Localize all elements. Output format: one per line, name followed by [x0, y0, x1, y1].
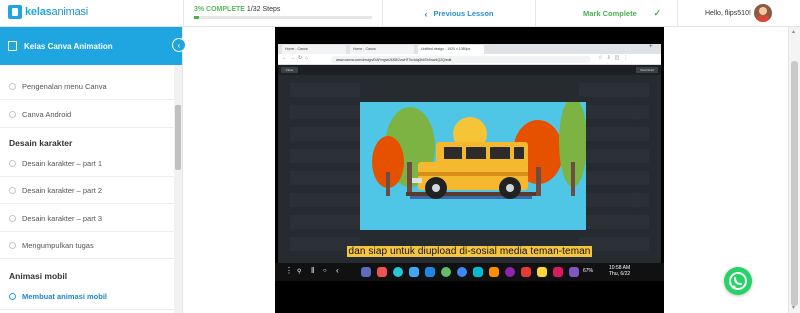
car-illustration	[360, 102, 586, 230]
grid-icon: ⋮	[285, 266, 293, 275]
video-tab: Untitled design - 1920 x 1080px	[418, 45, 484, 54]
app-icon	[425, 267, 435, 277]
mark-complete-button[interactable]: Mark Complete ✓	[536, 0, 678, 27]
progress-label: 3% COMPLETE	[194, 6, 245, 13]
app-icon	[569, 267, 579, 277]
lesson-label: Desain karakter – part 3	[22, 213, 103, 223]
video-canva-toolbar: Close Download	[278, 65, 661, 75]
course-progress: 3% COMPLETE 1/32 Steps	[183, 0, 383, 27]
lesson-status-icon	[9, 292, 16, 300]
app-icon	[505, 267, 515, 277]
course-title: Kelas Canva Animation	[24, 41, 113, 51]
sidebar-scrollbar[interactable]	[174, 65, 182, 313]
progress-steps: 1/32 Steps	[246, 6, 281, 13]
lesson-label: Membuat animasi mobil	[22, 291, 108, 301]
lesson-status-icon	[9, 110, 16, 118]
lesson-label: Pengenalan menu Canva	[22, 81, 107, 91]
section-title: Desain karakter	[9, 138, 73, 148]
brand-name-part2: animasi	[51, 6, 89, 18]
course-header: Kelas Canva Animation	[0, 27, 182, 65]
chevron-left-icon: ‹	[424, 8, 428, 19]
lesson-label: Desain karakter – part 2	[22, 185, 103, 195]
car-scene-svg	[360, 102, 586, 230]
app-icon	[441, 267, 451, 277]
logo-icon	[8, 5, 22, 19]
lesson-item[interactable]: Desain karakter – part 3	[0, 205, 174, 232]
lesson-label: Canva Android	[22, 109, 72, 119]
scroll-up-icon[interactable]: ▲	[791, 29, 796, 35]
video-player[interactable]: Home - Canva Home - Canva Untitled desig…	[275, 27, 664, 313]
course-sidebar: Kelas Canva Animation ‹ Pengenalan menu …	[0, 27, 186, 313]
video-browser-tabs: Home - Canva Home - Canva Untitled desig…	[278, 44, 661, 54]
video-taskbar: ⋮ ⚲ ‖ ○ ‹ 67% 10:58 AM Thu, 6/22	[275, 263, 664, 281]
sidebar-scrollbar-thumb[interactable]	[175, 105, 181, 170]
lesson-status-icon	[9, 186, 16, 194]
lesson-item[interactable]: Desain karakter – part 2	[0, 177, 174, 204]
lesson-item[interactable]: Pengenalan menu Canva	[0, 73, 174, 100]
previous-lesson-label: Previous Lesson	[433, 9, 494, 18]
avatar[interactable]	[754, 4, 772, 22]
previous-lesson-button[interactable]: ‹ Previous Lesson	[383, 0, 536, 27]
app-icon	[361, 267, 371, 277]
progress-bar-fill	[194, 16, 200, 19]
collapse-sidebar-button[interactable]: ‹	[172, 38, 186, 52]
app-icon	[377, 267, 387, 277]
home-icon: ○	[323, 268, 327, 274]
video-url-bar: ←→↻⌂ www.canva.com/design/DAFmgvb2kS8/2z…	[278, 54, 661, 65]
video-download-label: Download	[636, 67, 658, 73]
video-canva-editor: Close Download	[278, 65, 661, 263]
greeting-text: Hello, flips510!	[705, 10, 751, 17]
lesson-status-icon	[9, 159, 16, 167]
lesson-item[interactable]: Desain karakter – part 1	[0, 150, 174, 177]
recent-apps-icon: ‖	[311, 266, 315, 275]
lesson-status-icon	[9, 82, 16, 90]
browser-actions-icon: ☆⇩◫⋮	[598, 55, 633, 61]
nav-arrows-icon: ←→↻⌂	[282, 55, 312, 61]
battery-status: 67%	[583, 268, 594, 274]
book-icon	[8, 41, 17, 51]
chevron-left-icon: ‹	[177, 40, 181, 50]
video-close-label: Close	[281, 67, 298, 73]
top-bar: kelasanimasi 3% COMPLETE 1/32 Steps ‹ Pr…	[0, 0, 800, 27]
app-icon	[537, 267, 547, 277]
app-icon	[473, 267, 483, 277]
video-grid-left	[290, 81, 360, 251]
app-icon	[489, 267, 499, 277]
back-icon: ‹	[336, 266, 339, 275]
app-icon	[521, 267, 531, 277]
section-title: Animasi mobil	[9, 271, 68, 281]
app-icon	[409, 267, 419, 277]
brand-logo[interactable]: kelasanimasi	[8, 5, 88, 19]
brand-name-part1: kelas	[25, 6, 52, 18]
app-icon	[393, 267, 403, 277]
app-icon	[553, 267, 563, 277]
video-url: www.canva.com/design/DAFmgvb2kS8/2zwHT0o…	[331, 56, 591, 63]
video-tab: Home - Canva	[350, 45, 414, 54]
lesson-label: Mengumpulkan tugas	[22, 240, 94, 250]
video-grid-right	[579, 81, 649, 251]
check-icon: ✓	[653, 8, 661, 18]
mark-complete-label: Mark Complete	[583, 9, 637, 18]
whatsapp-icon	[729, 272, 747, 290]
page-scrollbar[interactable]: ▲ ▼	[788, 27, 800, 313]
page-scrollbar-thumb[interactable]	[791, 61, 798, 306]
video-caption: dan siap untuk diupload di-sosial media …	[275, 241, 664, 259]
lesson-item[interactable]: Canva Android	[0, 101, 174, 128]
clock-date: Thu, 6/22	[609, 271, 631, 277]
scroll-down-icon[interactable]: ▼	[791, 305, 796, 311]
plus-icon: +	[649, 44, 653, 50]
lesson-label: Desain karakter – part 1	[22, 158, 103, 168]
caption-text: dan siap untuk diupload di-sosial media …	[346, 246, 593, 257]
lesson-status-icon	[9, 241, 16, 249]
video-tab: Home - Canva	[282, 45, 346, 54]
search-icon: ⚲	[297, 269, 302, 275]
lesson-item[interactable]: Mengumpulkan tugas	[0, 232, 174, 259]
app-icon	[457, 267, 467, 277]
whatsapp-chat-button[interactable]	[724, 267, 752, 295]
progress-bar	[194, 16, 372, 19]
lesson-status-icon	[9, 214, 16, 222]
lesson-item-active[interactable]: Membuat animasi mobil	[0, 283, 174, 310]
user-menu[interactable]: Hello, flips510!	[678, 0, 800, 27]
